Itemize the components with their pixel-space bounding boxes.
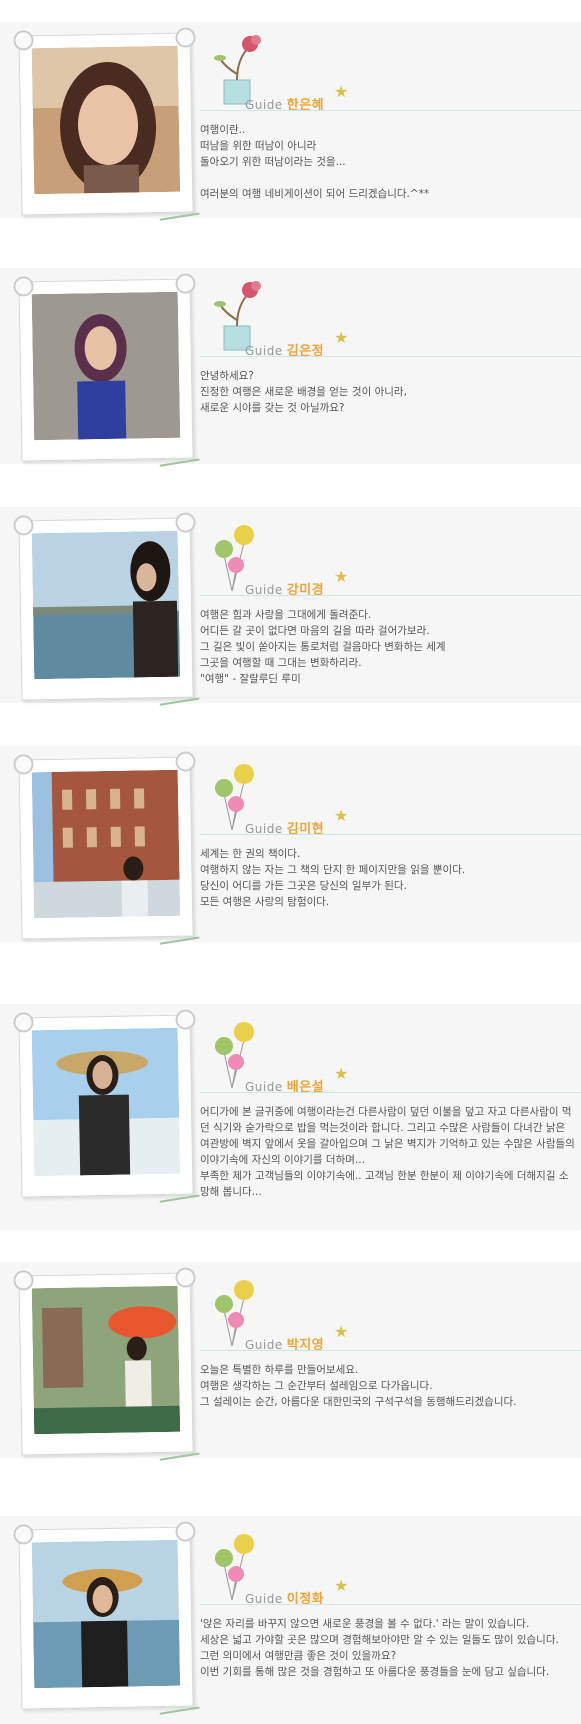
clip-icon xyxy=(13,276,34,297)
clip-icon xyxy=(175,1009,196,1030)
guide-intro: 안녕하세요? 진정한 여행은 새로운 배경을 얻는 것이 아니라, 새로운 시야… xyxy=(200,370,407,414)
clip-icon xyxy=(13,754,34,775)
guide-card-1: Guide 한은혜 ★ 여행이란.. 떠남을 위한 떠남이 아니라 돌아오기 위한… xyxy=(0,22,581,221)
guide-photo xyxy=(31,1539,181,1689)
guide-intro: '앉은 자리를 바꾸지 않으면 새로운 풍경을 볼 수 없다.' 라는 말이 있… xyxy=(200,1618,559,1678)
guide-intro: 어디가에 본 글귀중에 여행이라는건 다른사람이 덮던 이불을 덮고 자고 다른… xyxy=(200,1106,575,1198)
photo-frame xyxy=(13,751,200,945)
guide-card-4: Guide 김미현 ★ 세계는 한 권의 책이다. 여행하지 않는 자는 그 책의… xyxy=(0,746,581,945)
photo-frame xyxy=(13,1009,200,1203)
clip-icon xyxy=(13,1270,34,1291)
guide-photo xyxy=(31,1285,181,1435)
guide-photo xyxy=(31,45,181,195)
star-icon: ★ xyxy=(334,806,349,825)
star-icon: ★ xyxy=(334,1322,349,1341)
guide-photo xyxy=(31,530,181,680)
divider xyxy=(200,1350,581,1351)
photo-frame xyxy=(13,512,200,706)
guide-intro: 오늘은 특별한 하루를 만들어보세요. 여행은 생각하는 그 순간부터 설레임으… xyxy=(200,1364,517,1408)
photo-frame xyxy=(13,27,200,221)
divider xyxy=(200,834,581,835)
clip-icon xyxy=(175,27,196,48)
photo-frame xyxy=(13,1267,200,1461)
guide-card-6: Guide 박지영 ★ 오늘은 특별한 하루를 만들어보세요. 여행은 생각하는 … xyxy=(0,1262,581,1461)
guide-photo xyxy=(31,291,181,441)
divider xyxy=(200,1092,581,1093)
star-icon: ★ xyxy=(334,1064,349,1083)
clip-icon xyxy=(175,1521,196,1542)
clip-icon xyxy=(175,1267,196,1288)
clip-icon xyxy=(175,512,196,533)
scribble-decoration xyxy=(157,198,200,221)
guide-intro: 여행이란.. 떠남을 위한 떠남이 아니라 돌아오기 위한 떠남이라는 것을..… xyxy=(200,124,430,200)
guide-card-3: Guide 강미경 ★ 여행은 힘과 사랑을 그대에게 돌려준다. 어디든 갈 곳… xyxy=(0,507,581,706)
divider xyxy=(200,110,581,111)
divider xyxy=(200,1604,581,1605)
divider xyxy=(200,356,581,357)
guide-intro: 세계는 한 권의 책이다. 여행하지 않는 자는 그 책의 단지 한 페이지만을… xyxy=(200,848,466,908)
scribble-decoration xyxy=(157,1180,200,1203)
star-icon: ★ xyxy=(334,567,349,586)
scribble-decoration xyxy=(157,444,200,467)
clip-icon xyxy=(13,30,34,51)
scribble-decoration xyxy=(157,1438,200,1461)
star-icon: ★ xyxy=(334,1576,349,1595)
guide-card-5: Guide 배은설 ★ 어디가에 본 글귀중에 여행이라는건 다른사람이 덮던 이… xyxy=(0,1004,581,1230)
guide-card-2: Guide 김은정 ★ 안녕하세요? 진정한 여행은 새로운 배경을 얻는 것이 … xyxy=(0,268,581,467)
photo-frame xyxy=(13,273,200,467)
guide-card-7: Guide 이정화 ★ '앉은 자리를 바꾸지 않으면 새로운 풍경을 볼 수 없… xyxy=(0,1516,581,1724)
photo-frame xyxy=(13,1521,200,1715)
star-icon: ★ xyxy=(334,82,349,101)
scribble-decoration xyxy=(157,922,200,945)
star-icon: ★ xyxy=(334,328,349,347)
guide-photo xyxy=(31,1027,181,1177)
clip-icon xyxy=(13,515,34,536)
clip-icon xyxy=(175,273,196,294)
guide-intro: 여행은 힘과 사랑을 그대에게 돌려준다. 어디든 갈 곳이 없다면 마음의 길… xyxy=(200,609,446,685)
scribble-decoration xyxy=(157,1692,200,1715)
guide-photo xyxy=(31,769,181,919)
clip-icon xyxy=(13,1524,34,1545)
clip-icon xyxy=(13,1012,34,1033)
scribble-decoration xyxy=(157,683,200,706)
clip-icon xyxy=(175,751,196,772)
divider xyxy=(200,595,581,596)
